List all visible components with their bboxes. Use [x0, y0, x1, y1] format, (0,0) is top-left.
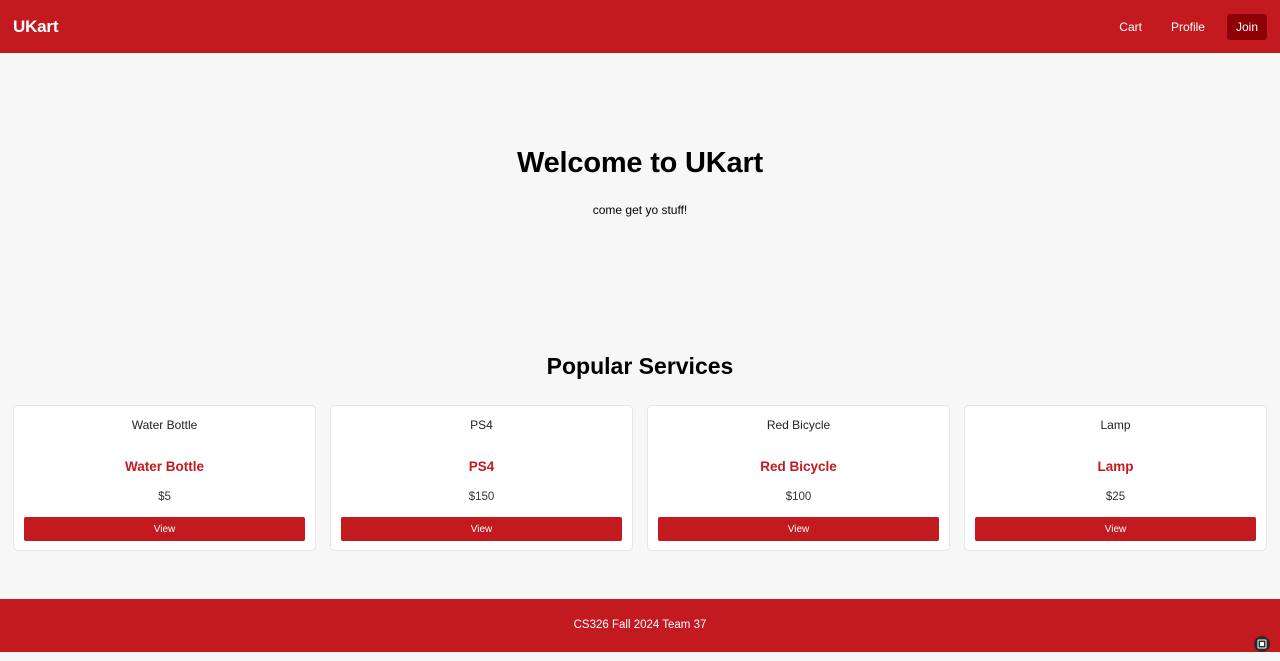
product-image-alt: Red Bicycle	[766, 418, 831, 432]
product-name: Water Bottle	[124, 459, 204, 474]
view-product-button[interactable]: View	[24, 517, 305, 541]
product-card: Water Bottle Water Bottle $5 View	[13, 405, 316, 551]
product-card-grid: Water Bottle Water Bottle $5 View PS4 PS…	[13, 405, 1267, 551]
product-image-broken: PS4	[331, 418, 632, 432]
top-navbar: UKart Cart Profile Join	[0, 0, 1280, 53]
product-name: PS4	[468, 459, 495, 474]
product-price: $5	[158, 491, 171, 503]
nav-profile-link[interactable]: Profile	[1162, 14, 1214, 40]
product-price: $150	[468, 491, 495, 503]
product-image-alt: Lamp	[1100, 418, 1131, 432]
product-image-alt: PS4	[470, 418, 493, 432]
hero-subtitle: come get yo stuff!	[592, 203, 688, 217]
view-product-button[interactable]: View	[975, 517, 1256, 541]
screenshot-tool-icon[interactable]	[1254, 636, 1270, 652]
nav-cart-link[interactable]: Cart	[1110, 14, 1151, 40]
site-footer: CS326 Fall 2024 Team 37	[0, 599, 1280, 652]
product-image-broken: Red Bicycle	[648, 418, 949, 432]
view-product-button[interactable]: View	[341, 517, 622, 541]
view-product-button[interactable]: View	[658, 517, 939, 541]
popular-services-title: Popular Services	[546, 353, 734, 379]
product-price: $25	[1105, 491, 1126, 503]
screenshot-tool-glyph	[1257, 639, 1267, 649]
product-card: Red Bicycle Red Bicycle $100 View	[647, 405, 950, 551]
hero-title: Welcome to UKart	[516, 147, 764, 179]
product-name: Red Bicycle	[760, 459, 837, 474]
product-image-alt: Water Bottle	[131, 418, 198, 432]
product-card: Lamp Lamp $25 View	[964, 405, 1267, 551]
footer-text: CS326 Fall 2024 Team 37	[573, 619, 707, 631]
nav-join-button[interactable]: Join	[1226, 13, 1267, 40]
product-name: Lamp	[1097, 459, 1134, 474]
product-image-broken: Lamp	[965, 418, 1266, 432]
product-image-broken: Water Bottle	[14, 418, 315, 432]
brand-logo[interactable]: UKart	[13, 17, 58, 37]
nav-links: Cart Profile Join	[1099, 13, 1267, 40]
product-card: PS4 PS4 $150 View	[330, 405, 633, 551]
hero-section: Welcome to UKart come get yo stuff!	[0, 53, 1280, 323]
product-price: $100	[785, 491, 812, 503]
